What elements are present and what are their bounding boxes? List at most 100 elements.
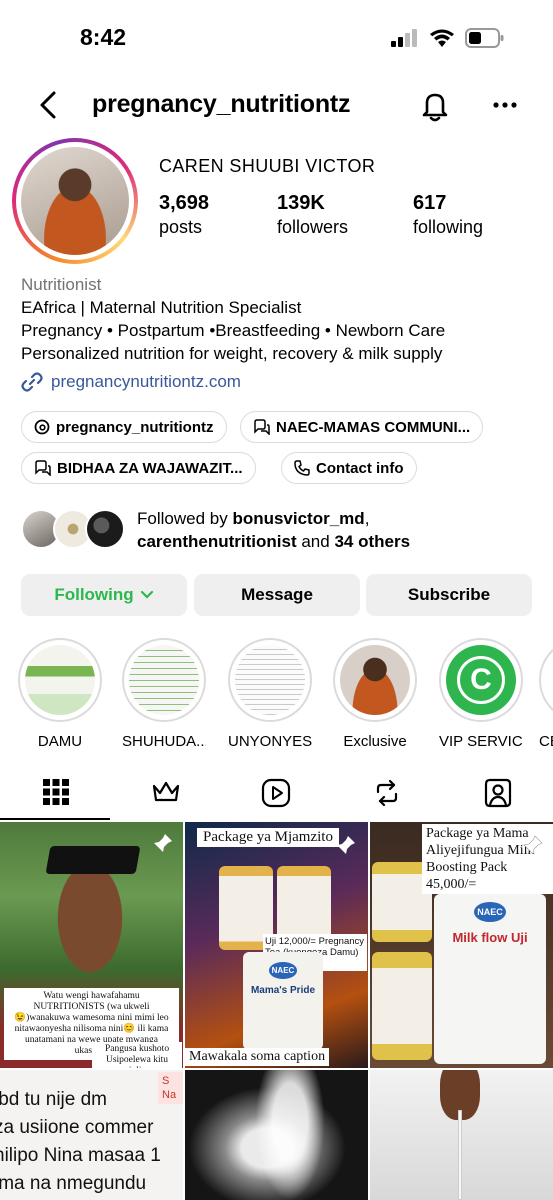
profile-category: Nutritionist (21, 275, 102, 294)
highlight-label: VIP SERVIC... (439, 733, 523, 750)
post-tile[interactable] (370, 1070, 553, 1200)
graduation-cap (45, 846, 141, 874)
following-button[interactable]: Following (21, 574, 187, 616)
post-tile[interactable]: Package ya Mjamzito Uji 12,000/= Pregnan… (185, 822, 368, 1068)
highlight-ce[interactable]: CE (539, 638, 553, 750)
chevron-down-icon (140, 590, 153, 599)
smoke-image (255, 1070, 325, 1200)
profile-tabs (0, 770, 553, 820)
post-title: Package ya Mjamzito (197, 828, 339, 847)
reposts-icon[interactable] (372, 778, 402, 808)
message-label: Message (241, 585, 313, 604)
graduate-photo (40, 862, 140, 1002)
reels-icon[interactable] (261, 778, 291, 808)
highlight-label: Exclusive (343, 733, 407, 750)
stat-label: following (413, 217, 484, 237)
profile-header: pregnancy_nutritiontz (0, 80, 553, 132)
followed-user: carenthenutritionist (137, 532, 297, 551)
threads-icon (34, 419, 50, 435)
link-icon (21, 372, 43, 392)
chip-channel-mamas[interactable]: NAEC-MAMAS COMMUNI... (240, 411, 484, 443)
post-bottom-caption: Mawakala soma caption (185, 1048, 330, 1066)
post-tile[interactable]: Watu wengi hawafahamu NUTRITIONISTS (wa … (0, 822, 183, 1068)
status-bar: 8:42 (0, 0, 553, 76)
profile-avatar[interactable] (12, 138, 138, 264)
channel-icon (254, 419, 270, 435)
following-label: Following (54, 585, 134, 604)
followed-prefix: Followed by (137, 509, 233, 528)
subscribe-button[interactable]: Subscribe (366, 574, 532, 616)
channel-icon (35, 460, 51, 476)
product-bag: NAEC Mama's Pride (243, 952, 323, 1050)
tagged-icon[interactable] (483, 778, 513, 808)
bio-line: Pregnancy • Postpartum •Breastfeeding • … (21, 321, 446, 340)
product-brand: NAEC (268, 962, 298, 979)
highlight-cover (340, 645, 410, 715)
bio-line: Personalized nutrition for weight, recov… (21, 344, 443, 363)
chip-threads[interactable]: pregnancy_nutritiontz (21, 411, 227, 443)
signal-icon (391, 29, 417, 47)
avatar-photo (21, 147, 129, 255)
back-arrow-icon[interactable] (36, 90, 62, 120)
highlight-cover (129, 645, 199, 715)
stat-value: 617 (413, 192, 447, 214)
stat-followers[interactable]: 139K followers (277, 192, 348, 238)
product-name: Mama's Pride (250, 985, 316, 996)
highlight-cover (25, 645, 95, 715)
chip-channel-bidhaa[interactable]: BIDHAA ZA WAJAWAZIT... (21, 452, 256, 484)
active-tab-indicator (0, 818, 110, 820)
chip-label: pregnancy_nutritiontz (56, 418, 214, 436)
post-tile[interactable]: NAEC Milk flow Uji Package ya Mama Aliye… (370, 822, 553, 1068)
profile-link-text: pregnancynutritiontz.com (51, 372, 241, 391)
test-strip-image (458, 1110, 462, 1200)
pin-icon (523, 835, 543, 855)
highlight-damu[interactable]: DAMU (18, 638, 102, 750)
highlight-exclusive[interactable]: Exclusive (333, 638, 417, 750)
stat-value: 3,698 (159, 192, 210, 214)
stat-label: followers (277, 217, 349, 237)
posts-grid: Watu wengi hawafahamu NUTRITIONISTS (wa … (0, 822, 553, 1200)
status-time: 8:42 (80, 24, 127, 50)
battery-icon (465, 28, 504, 48)
profile-link[interactable]: pregnancynutritiontz.com (21, 371, 241, 393)
message-button[interactable]: Message (194, 574, 360, 616)
header-username: pregnancy_nutritiontz (92, 90, 351, 118)
crown-icon[interactable] (151, 778, 181, 806)
highlight-label: DAMU (37, 733, 83, 750)
pin-icon (154, 834, 172, 852)
post-text: ibd tu nije dm za usiione commer hilipo … (0, 1089, 161, 1194)
followed-by-text[interactable]: Followed by bonusvictor_md, carenthenutr… (137, 507, 537, 553)
chip-label: Contact info (316, 459, 404, 477)
followed-user: bonusvictor_md (232, 509, 365, 528)
profile-bio: Nutritionist EAfrica | Maternal Nutritio… (21, 273, 541, 365)
subscribe-label: Subscribe (407, 585, 491, 604)
chip-label: BIDHAA ZA WAJAWAZIT... (57, 459, 243, 477)
product-name: Milk flow Uji (452, 930, 528, 945)
wifi-icon (430, 29, 454, 47)
post-subcaption: Pangusa kushoto Usipoelewa kitu niulize (92, 1042, 182, 1068)
notification-bell-icon[interactable] (420, 90, 450, 122)
more-options-icon[interactable] (492, 90, 518, 120)
followed-others: 34 others (334, 532, 411, 551)
grid-icon[interactable] (42, 778, 70, 806)
phone-icon (294, 460, 310, 476)
vip-logo-circle: C (457, 656, 505, 704)
status-icons (391, 28, 505, 48)
chip-contact-info[interactable]: Contact info (281, 452, 417, 484)
product-brand: NAEC (474, 902, 506, 922)
product-bag: NAEC Milk flow Uji (434, 894, 546, 1064)
stat-posts[interactable]: 3,698 posts (159, 192, 209, 238)
stat-following[interactable]: 617 following (413, 192, 483, 238)
post-tile[interactable]: ibd tu nije dm za usiione commer hilipo … (0, 1070, 183, 1200)
post-tile[interactable] (185, 1070, 368, 1200)
highlight-shuhuda[interactable]: SHUHUDA... (122, 638, 206, 750)
product-jar (372, 952, 432, 1060)
highlight-label: UNYONYES... (228, 733, 312, 750)
profile-full-name: CAREN SHUUBI VICTOR (159, 156, 376, 176)
bio-line: EAfrica | Maternal Nutrition Specialist (21, 298, 302, 317)
highlight-unyonyes[interactable]: UNYONYES... (228, 638, 312, 750)
highlight-cover (235, 645, 305, 715)
followed-mid: and (296, 532, 335, 551)
highlight-vip-service[interactable]: C VIP SERVIC... (439, 638, 523, 750)
chip-label: NAEC-MAMAS COMMUNI... (276, 418, 471, 436)
